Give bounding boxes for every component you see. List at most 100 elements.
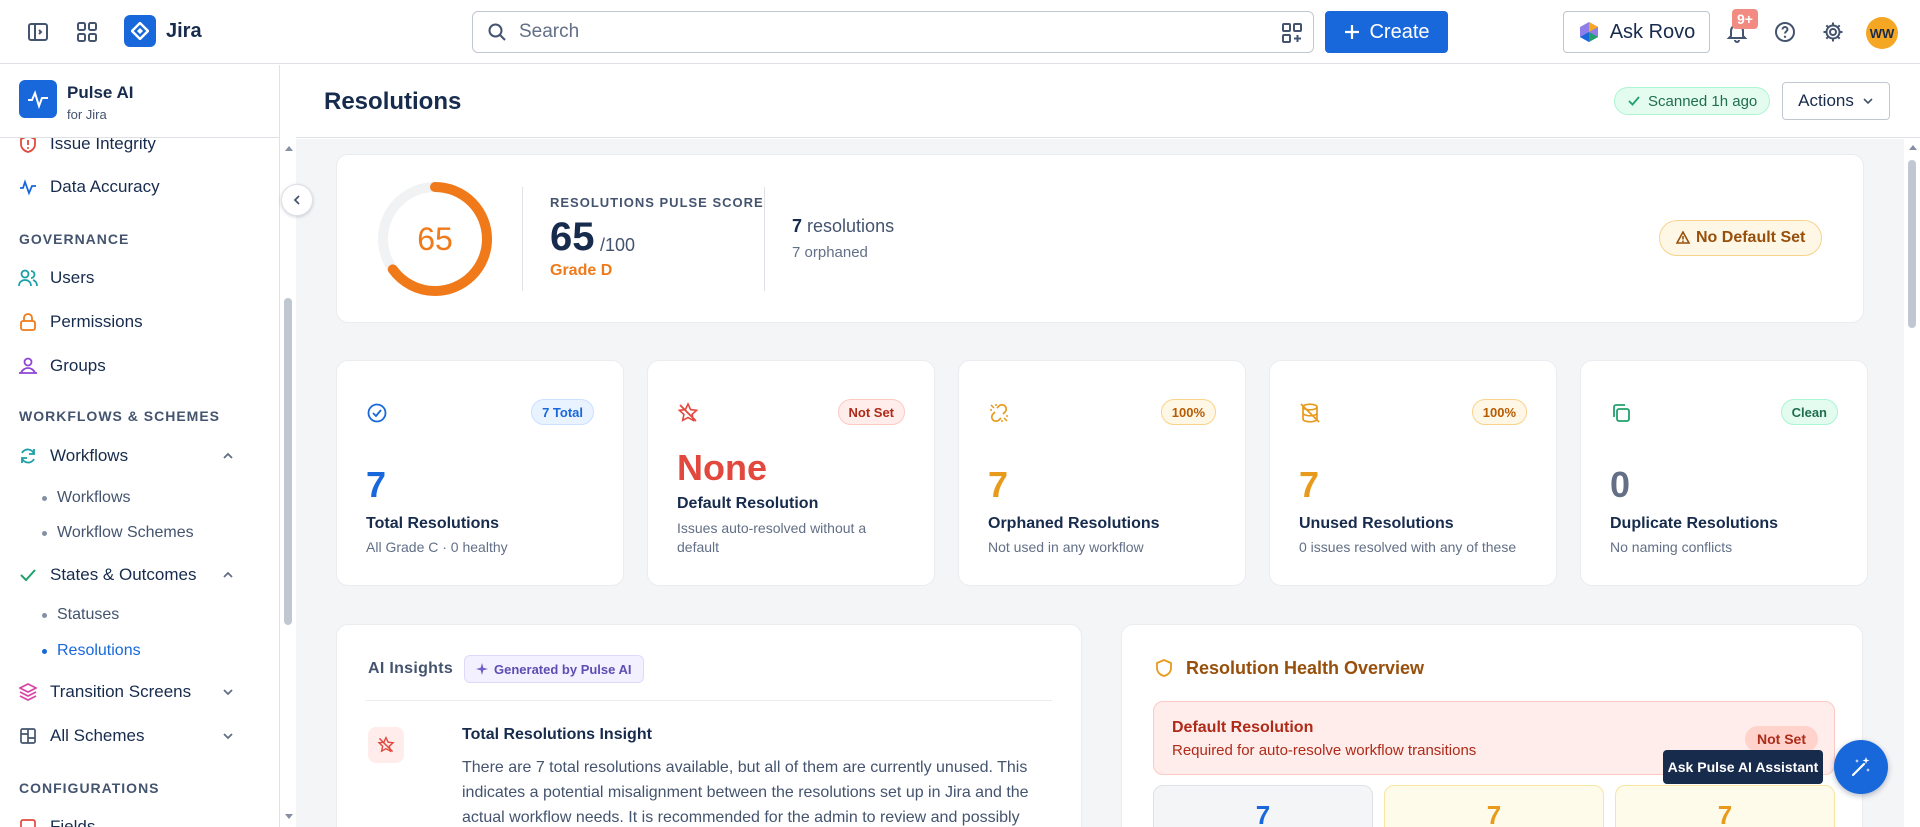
app-header: Pulse AI for Jira [0, 65, 279, 138]
ai-assistant-button[interactable] [1834, 740, 1888, 794]
stat-card-orphaned-resolutions: 100% 7 Orphaned Resolutions Not used in … [958, 360, 1246, 586]
orphaned-count: 7 orphaned [792, 244, 868, 261]
app-name[interactable]: Jira [166, 20, 202, 43]
chevron-up-icon [222, 569, 234, 581]
ask-rovo-label: Ask Rovo [1609, 20, 1696, 43]
sidebar-item-data-accuracy[interactable]: Data Accuracy [18, 174, 160, 200]
check-icon [18, 565, 38, 585]
sidebar-item-permissions[interactable]: Permissions [18, 309, 143, 335]
bullet-dot [42, 495, 47, 501]
user-avatar[interactable]: WW [1866, 17, 1898, 49]
stat-card-duplicate-resolutions: Clean 0 Duplicate Resolutions No naming … [1580, 360, 1868, 586]
pulse-app-subtitle: for Jira [67, 107, 107, 122]
pulse-app-name: Pulse AI [67, 83, 134, 102]
filter-grid-icon[interactable] [1281, 22, 1303, 44]
resolutions-count: 7 resolutions [792, 216, 894, 237]
stat-sub: No naming conflicts [1610, 539, 1733, 555]
sidebar-item-users[interactable]: Users [18, 265, 94, 291]
star-off-icon [677, 402, 699, 422]
sidebar-item-label: Permissions [50, 312, 143, 331]
sidebar-subitem-statuses[interactable]: Statuses [42, 606, 119, 624]
jira-logo-icon[interactable] [124, 15, 156, 47]
section-configurations: CONFIGURATIONS [19, 780, 160, 796]
unlink-icon [990, 403, 1008, 423]
shield-icon [1156, 659, 1172, 677]
insight-title: Total Resolutions Insight [462, 726, 652, 743]
sidebar-toggle-icon[interactable] [24, 18, 52, 46]
ask-rovo-button[interactable]: Ask Rovo [1563, 11, 1710, 53]
default-resolution-title: Default Resolution [1172, 719, 1314, 736]
actions-dropdown-button[interactable]: Actions [1782, 82, 1890, 120]
sidebar-item-workflows-group[interactable]: Workflows [18, 443, 262, 469]
create-button[interactable]: Create [1325, 11, 1448, 53]
health-mini-orphaned: 7 [1384, 785, 1604, 827]
insight-icon [368, 727, 404, 763]
search-placeholder: Search [519, 21, 580, 42]
scroll-down-arrow-icon[interactable] [283, 812, 295, 822]
divider [366, 700, 1052, 701]
rovo-icon [1579, 22, 1598, 42]
sidebar-subitem-resolutions[interactable]: Resolutions [42, 642, 141, 660]
fields-icon [18, 817, 38, 827]
no-default-badge: No Default Set [1659, 220, 1823, 256]
sidebar-subitem-workflow-schemes[interactable]: Workflow Schemes [42, 524, 194, 542]
sidebar-item-label: All Schemes [50, 726, 145, 745]
collapse-sidebar-button[interactable] [281, 184, 313, 216]
chevron-down-icon [222, 730, 234, 742]
health-mini-unused: 7 [1615, 785, 1835, 827]
sidebar-item-states-outcomes-group[interactable]: States & Outcomes [18, 562, 262, 588]
warning-icon [1676, 231, 1690, 244]
scroll-up-arrow-icon[interactable] [1907, 142, 1919, 152]
magic-wand-icon [1851, 757, 1870, 777]
resolution-health-card: Resolution Health Overview Default Resol… [1121, 624, 1863, 827]
sidebar-item-all-schemes[interactable]: All Schemes [18, 723, 262, 749]
pulse-score-max: /100 [600, 235, 636, 255]
help-icon[interactable] [1771, 18, 1799, 46]
copy-icon [1613, 404, 1630, 422]
pulse-score-card: 65 RESOLUTIONS PULSE SCORE 65 /100 Grade… [336, 154, 1864, 323]
stat-card-default-resolution: Not Set None Default Resolution Issues a… [647, 360, 935, 586]
settings-gear-icon[interactable] [1819, 18, 1847, 46]
pulse-score-label: RESOLUTIONS PULSE SCORE [550, 195, 764, 210]
resolutions-count-number: 7 [792, 216, 803, 236]
pulse-score-value: 65 [550, 215, 595, 259]
default-resolution-badge: Not Set [1745, 726, 1818, 752]
sparkle-icon [476, 663, 488, 675]
sidebar-item-groups[interactable]: Groups [18, 353, 106, 379]
chevron-down-icon [222, 686, 234, 698]
health-title: Resolution Health Overview [1186, 658, 1425, 678]
refresh-icon [18, 446, 38, 466]
stat-sub: 0 issues resolved with any of these [1299, 539, 1517, 555]
health-mini-total: 7 [1153, 785, 1373, 827]
bullet-dot [42, 530, 47, 536]
lock-icon [18, 312, 38, 332]
top-navigation-bar: Jira Search Create Ask Rovo 9+ WW [0, 0, 1920, 64]
bullet-dot [42, 648, 47, 654]
search-input[interactable]: Search [472, 11, 1314, 53]
stat-label: Default Resolution [677, 495, 819, 512]
stat-sub: Not used in any workflow [988, 539, 1144, 555]
ai-insights-title: AI Insights [368, 660, 454, 677]
ai-insights-card: AI Insights Generated by Pulse AI Total … [336, 624, 1082, 827]
plus-icon [1345, 25, 1360, 39]
insight-text: There are 7 total resolutions available,… [462, 759, 1029, 826]
stat-badge: 100% [1160, 399, 1216, 425]
stat-value: 7 [1299, 464, 1320, 505]
main-scrollbar-thumb[interactable] [1908, 160, 1916, 328]
sidebar-item-label: Transition Screens [50, 682, 192, 701]
sidebar-item-transition-screens[interactable]: Transition Screens [18, 679, 262, 705]
pulse-logo-icon [19, 80, 57, 118]
page-header: Resolutions Scanned 1h ago Actions [296, 65, 1920, 138]
divider [522, 187, 523, 291]
check-circle-icon [367, 403, 387, 423]
app-switcher-icon[interactable] [73, 18, 101, 46]
sidebar-subitem-label: Resolutions [57, 642, 141, 659]
stat-label: Duplicate Resolutions [1610, 515, 1779, 532]
sidebar-scrollbar-thumb[interactable] [284, 298, 292, 625]
stat-sub: All Grade C · 0 healthy [366, 539, 508, 555]
scroll-up-arrow-icon[interactable] [283, 143, 295, 153]
sidebar-item-fields[interactable]: Fields [18, 814, 95, 827]
stat-label: Unused Resolutions [1299, 515, 1454, 532]
stat-value: 7 [366, 464, 387, 505]
sidebar-subitem-workflows[interactable]: Workflows [42, 489, 131, 507]
